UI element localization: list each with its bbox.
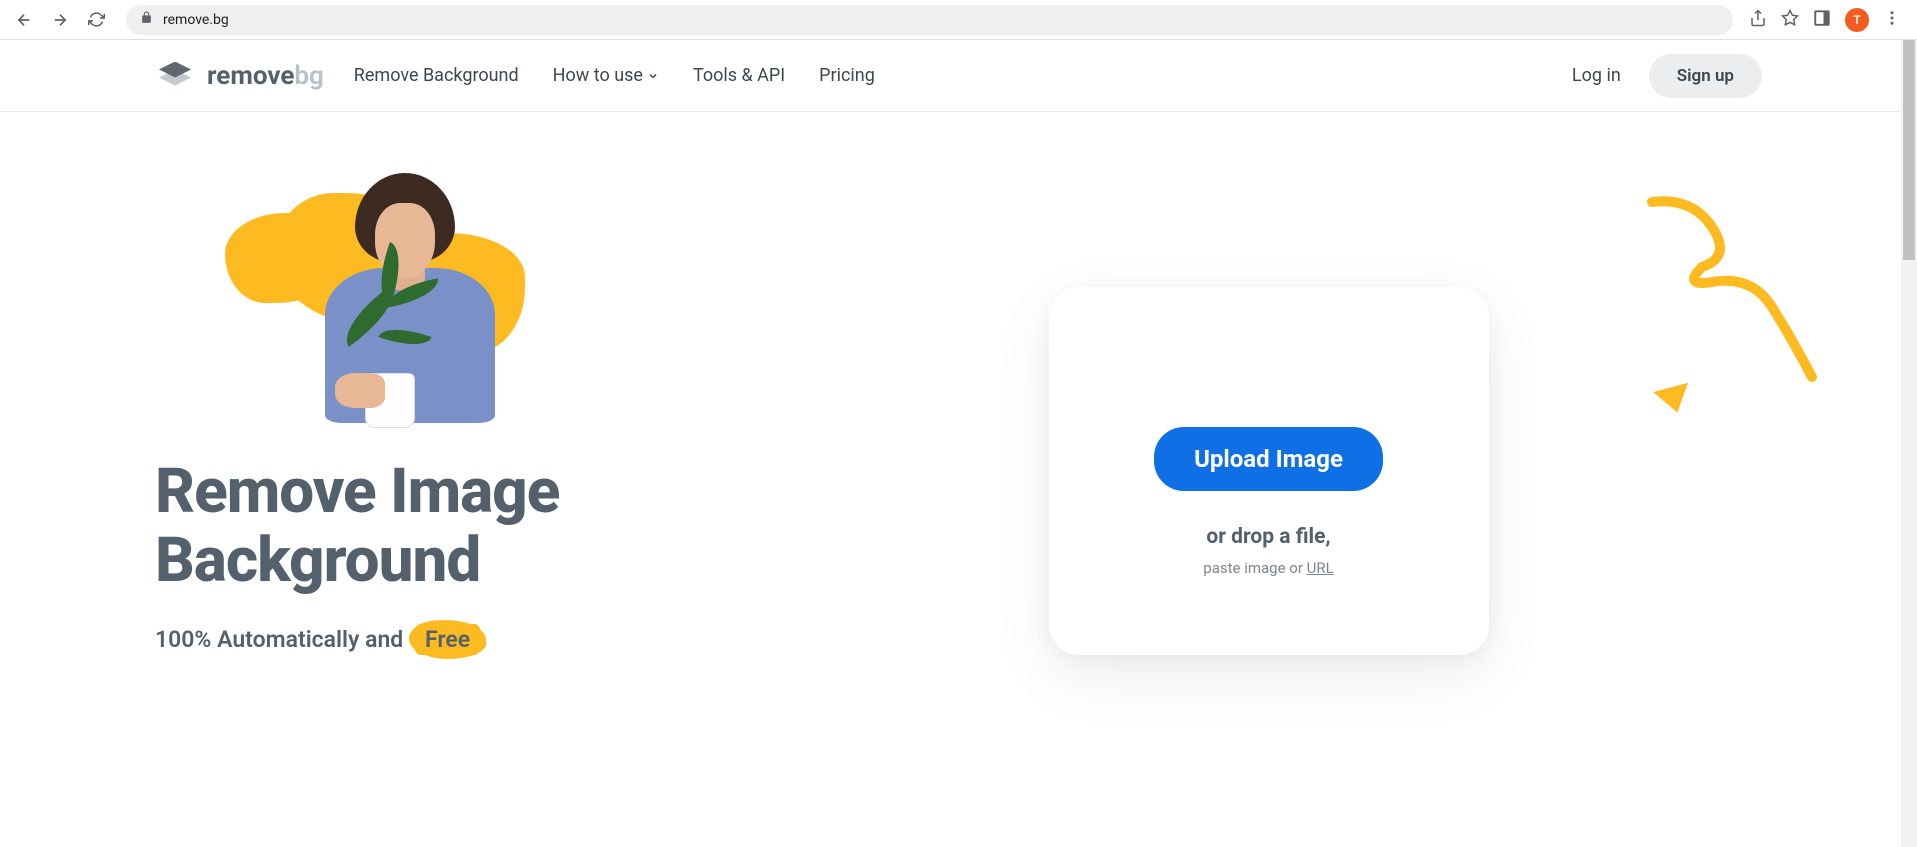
nav-pricing[interactable]: Pricing [819, 65, 875, 86]
subtitle-prefix: 100% Automatically and [155, 626, 403, 653]
squiggle-decoration [1642, 187, 1842, 387]
nav-remove-background[interactable]: Remove Background [354, 65, 519, 86]
profile-avatar[interactable]: T [1845, 8, 1869, 32]
upload-image-button[interactable]: Upload Image [1154, 427, 1383, 491]
logo-text-2: bg [294, 61, 323, 91]
scrollbar[interactable] [1901, 40, 1917, 847]
auth-section: Log in Sign up [1572, 54, 1762, 98]
triangle-decoration [1653, 383, 1695, 417]
logo-text-1: remove [207, 61, 294, 91]
panel-icon[interactable] [1813, 9, 1831, 31]
browser-toolbar: remove.bg T [0, 0, 1917, 40]
signup-button[interactable]: Sign up [1649, 54, 1762, 98]
drop-file-text: or drop a file, [1089, 525, 1449, 549]
toolbar-right: T [1749, 8, 1901, 32]
menu-icon[interactable] [1883, 9, 1901, 31]
free-badge: Free [415, 624, 480, 655]
nav-how-to-use-label: How to use [553, 65, 643, 86]
hero-subtitle: 100% Automatically and Free [155, 624, 715, 655]
back-button[interactable] [10, 6, 38, 34]
forward-button[interactable] [46, 6, 74, 34]
chevron-down-icon [647, 70, 659, 82]
avatar-letter: T [1853, 13, 1860, 27]
url-text: remove.bg [163, 12, 229, 28]
paste-text: paste image or URL [1089, 559, 1449, 577]
hero-illustration [215, 173, 555, 433]
nav-tools-api[interactable]: Tools & API [693, 65, 785, 86]
upload-card[interactable]: Upload Image or drop a file, paste image… [1049, 287, 1489, 655]
nav-how-to-use[interactable]: How to use [553, 65, 659, 86]
hero-title: Remove Image Background [155, 457, 715, 596]
paste-prefix: paste image or [1203, 559, 1306, 577]
share-icon[interactable] [1749, 9, 1767, 31]
hero-right: Upload Image or drop a file, paste image… [775, 167, 1762, 655]
main-content: Remove Image Background 100% Automatical… [0, 112, 1917, 655]
bookmark-icon[interactable] [1781, 9, 1799, 31]
site-header: removebg Remove Background How to use To… [0, 40, 1917, 112]
login-link[interactable]: Log in [1572, 65, 1621, 86]
address-bar[interactable]: remove.bg [126, 5, 1733, 35]
hero-left: Remove Image Background 100% Automatical… [155, 167, 715, 655]
main-nav: Remove Background How to use Tools & API… [354, 65, 875, 86]
lock-icon [140, 11, 153, 28]
reload-button[interactable] [82, 6, 110, 34]
paste-url-link[interactable]: URL [1307, 559, 1334, 577]
scrollbar-thumb[interactable] [1903, 40, 1915, 260]
logo[interactable]: removebg [155, 61, 324, 91]
logo-icon [155, 62, 195, 90]
